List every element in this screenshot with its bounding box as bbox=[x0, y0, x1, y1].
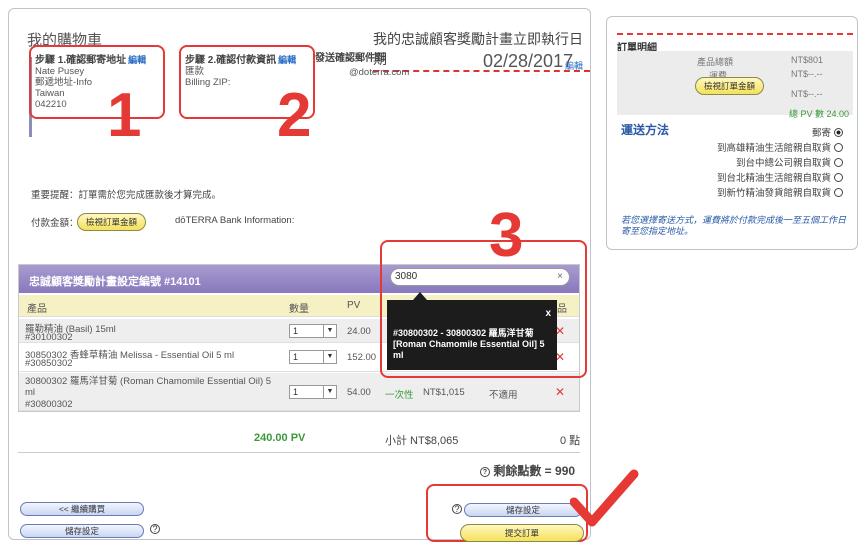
clear-search-icon[interactable]: × bbox=[557, 269, 563, 285]
address-name: Nate Pusey bbox=[35, 66, 85, 77]
checkmark-icon bbox=[570, 469, 639, 527]
product-code: #30800302 bbox=[25, 399, 73, 410]
chevron-down-icon: ▼ bbox=[323, 325, 336, 337]
lrp-date: 02/28/2017 bbox=[483, 51, 574, 71]
quantity-select[interactable]: 1 ▼ bbox=[289, 350, 337, 364]
shipping-option-taipei[interactable]: 到台北精油生活館親自取貨 bbox=[717, 170, 843, 184]
shipping-option-taichung[interactable]: 到台中總公司親自取貨 bbox=[736, 155, 843, 169]
points-used: 0 點 bbox=[560, 435, 581, 447]
product-name: 30800302 羅馬洋甘菊 (Roman Chamomile Essentia… bbox=[25, 376, 272, 398]
summary-label: 產品總額 bbox=[697, 57, 734, 67]
address-country: Taiwan bbox=[35, 88, 65, 99]
address-line: 郵遞地址-Info bbox=[35, 77, 93, 88]
shipping-option-kaohsiung[interactable]: 到高雄精油生活館親自取貨 bbox=[717, 140, 843, 154]
total-pv: 240.00 PV bbox=[254, 432, 306, 444]
help-icon[interactable]: ? bbox=[452, 504, 462, 514]
step2-title: 步驟 2.確認付款資訊 bbox=[185, 55, 277, 66]
product-code: #30850302 bbox=[25, 358, 73, 369]
close-icon[interactable]: x bbox=[545, 308, 551, 319]
radio-icon[interactable] bbox=[834, 188, 843, 197]
product-pv: 152.00 bbox=[347, 352, 377, 363]
amount-label: 付款金額： bbox=[31, 218, 79, 229]
email-value: @doterra.com bbox=[349, 67, 410, 78]
annotation-number-2: 2 bbox=[277, 81, 312, 150]
radio-icon[interactable] bbox=[834, 173, 843, 182]
side-pv-total: 總 PV 數 24.00 bbox=[789, 109, 850, 119]
email-label: 發送確認郵件到 bbox=[315, 53, 385, 64]
radio-selected-icon[interactable] bbox=[834, 128, 843, 137]
summary-value: NT$801 bbox=[791, 55, 824, 65]
shipping-option-mail[interactable]: 郵寄 bbox=[812, 125, 843, 139]
product-code: #30100302 bbox=[25, 332, 73, 343]
payment-method: 匯款 bbox=[185, 66, 205, 77]
suggestion-item[interactable]: #30800302 - 30800302 羅馬洋甘菊 [Roman Chamom… bbox=[393, 328, 545, 360]
step1-edit-link[interactable]: 編輯 bbox=[128, 55, 146, 65]
chevron-down-icon: ▼ bbox=[323, 386, 336, 398]
continue-shopping-button[interactable]: << 繼續購買 bbox=[20, 502, 144, 516]
col-pv: PV bbox=[347, 300, 361, 311]
help-icon[interactable]: ? bbox=[150, 524, 160, 534]
quantity-select[interactable]: 1 ▼ bbox=[289, 385, 337, 399]
payment-notice: 重要提醒：訂單需於您完成匯款後才算完成。 bbox=[31, 190, 222, 201]
view-amount-button[interactable]: 檢視訂單金額 bbox=[77, 213, 147, 231]
remaining-points: ? 剩餘點數 = 990 bbox=[480, 462, 575, 479]
remove-item-button[interactable]: ✕ bbox=[555, 385, 565, 399]
date-edit-link[interactable]: 編輯 bbox=[565, 59, 583, 72]
order-summary-panel: 訂單明細 產品總額 NT$801 運費 NT$--.-- 檢視訂單金額 NT$-… bbox=[606, 16, 858, 250]
submit-order-button[interactable]: 提交訂單 bbox=[460, 524, 584, 542]
summary-value: NT$--.-- bbox=[791, 89, 823, 99]
col-product: 產品 bbox=[27, 304, 47, 315]
side-divider bbox=[617, 33, 853, 35]
product-search-input[interactable]: 3080 × bbox=[390, 268, 570, 286]
shipping-method-title: 運送方法 bbox=[621, 123, 670, 137]
lrp-table-title: 忠誠顧客獎勵計畫設定編號 #14101 bbox=[29, 276, 201, 288]
summary-box: 產品總額 NT$801 運費 NT$--.-- 檢視訂單金額 NT$--.-- bbox=[617, 51, 853, 115]
product-price: NT$1,015 bbox=[423, 387, 465, 398]
table-row: 30800302 羅馬洋甘菊 (Roman Chamomile Essentia… bbox=[19, 373, 579, 411]
view-order-amount-button[interactable]: 檢視訂單金額 bbox=[695, 77, 765, 95]
address-zip: 042210 bbox=[35, 99, 67, 110]
step2-edit-link[interactable]: 編輯 bbox=[278, 55, 296, 65]
radio-icon[interactable] bbox=[834, 158, 843, 167]
save-draft-button[interactable]: 儲存設定 bbox=[20, 524, 144, 538]
shipping-note: 若您選擇寄送方式，運費將於付款完成後一至五個工作日寄至您指定地址。 bbox=[621, 215, 847, 236]
tooltip-arrow bbox=[413, 292, 427, 300]
step1-block: 步驟 1.確認郵寄地址 編輯 Nate Pusey 郵遞地址-Info Taiwa… bbox=[35, 51, 163, 110]
bank-info: dōTERRA Bank Information: bbox=[175, 215, 295, 226]
summary-value: NT$--.-- bbox=[791, 69, 823, 79]
order-type: 一次性 bbox=[385, 390, 414, 401]
shipping-option-hsinchu[interactable]: 到新竹精油發貨館親自取貨 bbox=[717, 185, 843, 199]
chevron-down-icon: ▼ bbox=[323, 351, 336, 363]
search-suggestion-popup[interactable]: x #30800302 - 30800302 羅馬洋甘菊 [Roman Cham… bbox=[387, 300, 557, 370]
subtotal: 小計 NT$8,065 bbox=[385, 435, 459, 447]
product-pv: 24.00 bbox=[347, 326, 371, 337]
col-qty: 數量 bbox=[289, 304, 309, 315]
free-status: 不適用 bbox=[489, 390, 518, 401]
step1-title: 步驟 1.確認郵寄地址 bbox=[35, 55, 127, 66]
divider bbox=[18, 452, 580, 453]
save-settings-button[interactable]: 儲存設定 bbox=[464, 503, 582, 517]
quantity-select[interactable]: 1 ▼ bbox=[289, 324, 337, 338]
help-icon[interactable]: ? bbox=[480, 467, 490, 477]
annotation-number-1: 1 bbox=[107, 81, 142, 150]
product-pv: 54.00 bbox=[347, 387, 371, 398]
radio-icon[interactable] bbox=[834, 143, 843, 152]
